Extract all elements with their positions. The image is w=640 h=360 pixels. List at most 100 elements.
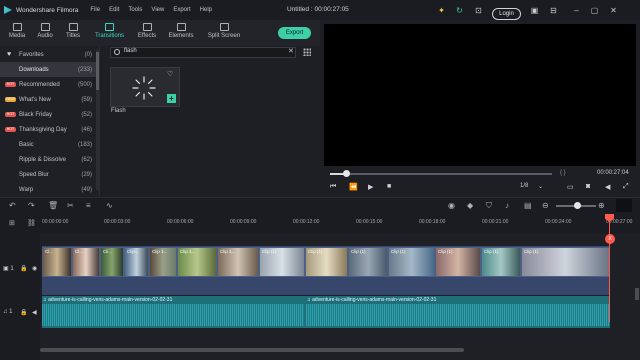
preview-progress-knob[interactable] (343, 170, 350, 177)
zoom-slider-knob[interactable] (574, 202, 581, 209)
video-clip[interactable]: Clip (1) (435, 247, 481, 277)
menu-export[interactable]: Export (173, 7, 190, 13)
stop-icon[interactable]: ■ (387, 183, 391, 190)
timeline-ruler[interactable] (0, 214, 640, 234)
export-button[interactable]: Export (278, 27, 311, 39)
sidebar-scroll-thumb[interactable] (96, 52, 99, 90)
video-clip[interactable]: Clip 1... (177, 247, 217, 277)
minimize-icon[interactable]: – (572, 6, 581, 15)
video-clip[interactable]: Clip (1) (521, 247, 610, 277)
timeline-horizontal-scrollbar[interactable] (40, 348, 464, 352)
video-clip[interactable]: Clip (1) (305, 247, 348, 277)
video-clip[interactable]: Clip... (124, 247, 149, 277)
add-icon[interactable]: + (167, 94, 176, 103)
ruler-tick: 00:00:21:00 (482, 219, 509, 225)
sidebar-item-black-friday[interactable]: HOT Black Friday (52) (0, 107, 96, 122)
tab-media[interactable]: Media (2, 23, 32, 39)
add-track-icon[interactable]: ⊞ (9, 219, 15, 227)
video-clip[interactable]: Clip (1) (259, 247, 305, 277)
track-headers (0, 234, 40, 360)
undo-icon[interactable]: ↶ (9, 201, 16, 210)
redo-icon[interactable]: ↷ (28, 201, 35, 210)
volume-icon[interactable]: ◀ (605, 183, 610, 191)
zoom-in-icon[interactable]: ⊕ (598, 201, 605, 210)
fullscreen-icon[interactable]: ⤢ (623, 183, 629, 191)
cart-icon[interactable]: ⊡ (474, 6, 483, 15)
grid-view-icon[interactable] (303, 48, 311, 56)
tab-split-screen[interactable]: Split Screen (205, 23, 243, 39)
video-clip[interactable]: Clip 1... (149, 247, 177, 277)
playhead-marker[interactable]: X (605, 234, 615, 244)
sidebar-item-warp[interactable]: Warp (49) (0, 182, 96, 197)
notification-icon[interactable]: ⊟ (549, 6, 558, 15)
video-clip[interactable]: Clip 1... (217, 247, 259, 277)
playback-quality[interactable]: 1/8 (520, 183, 528, 189)
sidebar-item-basic[interactable]: Basic (183) (0, 137, 96, 152)
audio-clip-label[interactable]: ♫ adventure-is-calling-vens-adams-main-v… (307, 297, 436, 303)
menu-file[interactable]: File (90, 7, 100, 13)
video-clip[interactable]: Clip (1) (348, 247, 388, 277)
speaker-icon[interactable]: ◀ (32, 309, 37, 316)
display-icon[interactable]: ▭ (567, 183, 574, 191)
login-button[interactable]: Login (492, 8, 521, 20)
render-icon[interactable]: ◉ (448, 201, 455, 210)
tab-effects[interactable]: Effects (132, 23, 162, 39)
preview-progress-track[interactable] (330, 173, 552, 175)
mic-icon[interactable]: ♪ (505, 201, 509, 210)
sidebar-item-whats-new[interactable]: NEW What's New (59) (0, 92, 96, 107)
tab-transitions[interactable]: Transitions (92, 23, 127, 39)
playhead[interactable] (609, 214, 610, 322)
play-icon[interactable]: ▶ (368, 183, 373, 191)
menu-edit[interactable]: Edit (109, 7, 119, 13)
sidebar-item-thanksgiving[interactable]: HOT Thanksgiving Day (46) (0, 122, 96, 137)
lock-icon[interactable]: 🔒 (20, 309, 27, 316)
video-clip[interactable]: Cl... (42, 247, 72, 277)
chevron-down-icon[interactable]: ⌄ (538, 183, 543, 190)
sidebar-item-recommended[interactable]: HOT Recommended (500) (0, 77, 96, 92)
menu-view[interactable]: View (151, 7, 164, 13)
step-back-icon[interactable]: ⏪ (349, 183, 358, 191)
adjust-icon[interactable]: ≡ (86, 201, 91, 210)
favorite-heart-icon[interactable]: ♡ (167, 70, 173, 78)
save-icon[interactable]: ▣ (530, 6, 539, 15)
marker-icon[interactable]: ◆ (467, 201, 473, 210)
menu-tools[interactable]: Tools (128, 7, 142, 13)
refresh-icon[interactable]: ↻ (455, 6, 464, 15)
panel-toggle-icon[interactable] (616, 199, 632, 212)
tab-titles[interactable]: Titles (58, 23, 88, 39)
audio-clip-label[interactable]: ♫ adventure-is-calling-vens-adams-main-v… (43, 297, 172, 303)
timeline-vertical-scrollbar[interactable] (635, 288, 639, 300)
lightbulb-icon[interactable]: ✦ (437, 6, 446, 15)
shield-icon[interactable]: ⛉ (486, 201, 492, 211)
lock-icon[interactable]: 🔒 (20, 265, 27, 272)
zoom-out-icon[interactable]: ⊖ (542, 201, 549, 210)
hot-badge: HOT (5, 127, 16, 132)
delete-icon[interactable]: 🗑 (48, 201, 58, 210)
clear-search-icon[interactable]: ✕ (288, 47, 294, 55)
search-input[interactable] (110, 47, 296, 58)
snapshot-icon[interactable]: ◙ (586, 183, 590, 190)
eye-icon[interactable]: ◉ (32, 265, 37, 272)
transition-label: Flash (111, 108, 126, 114)
search-value[interactable]: flash (124, 48, 137, 54)
maximize-icon[interactable]: ▢ (590, 6, 599, 15)
prev-frame-icon[interactable]: ⏮ (330, 183, 336, 191)
sidebar-item-speed-blur[interactable]: Speed Blur (29) (0, 167, 96, 182)
layers-icon[interactable]: ▤ (524, 201, 532, 210)
link-icon[interactable]: ⛓ (27, 219, 36, 227)
video-clip[interactable]: Clip (1) (481, 247, 521, 277)
sidebar-item-favorites[interactable]: ♥ Favorites (0) (0, 47, 96, 62)
mark-in-out[interactable]: { } (560, 170, 566, 176)
video-clip[interactable]: Cl... (72, 247, 100, 277)
tab-audio[interactable]: Audio (30, 23, 60, 39)
video-clip[interactable]: Clip (1) (388, 247, 435, 277)
split-screen-icon (219, 23, 229, 31)
waveform-icon[interactable]: ∿ (106, 201, 113, 210)
sidebar-item-downloads[interactable]: Downloads (233) (0, 62, 96, 77)
sidebar-item-ripple-dissolve[interactable]: Ripple & Dissolve (62) (0, 152, 96, 167)
video-clip[interactable]: Cli... (100, 247, 124, 277)
close-icon[interactable]: ✕ (609, 6, 618, 15)
cut-icon[interactable]: ✂ (67, 201, 74, 210)
menu-help[interactable]: Help (200, 7, 212, 13)
tab-elements[interactable]: Elements (166, 23, 196, 39)
